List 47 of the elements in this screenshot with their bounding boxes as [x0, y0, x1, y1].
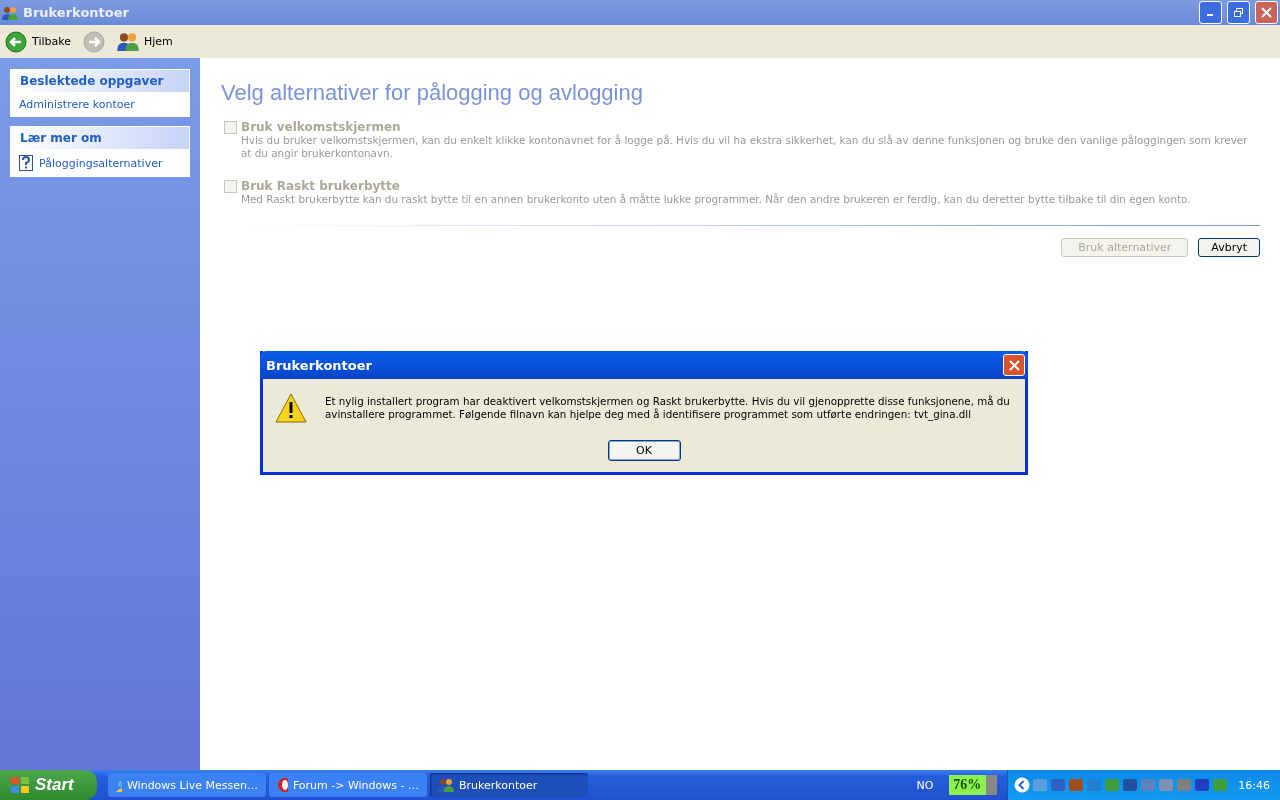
tray-icon[interactable]	[1050, 777, 1067, 793]
option-label: Bruk velkomstskjermen	[241, 120, 401, 134]
taskbar-button[interactable]: Windows Live Messen…	[108, 773, 266, 797]
app-icon	[2, 5, 18, 20]
help-icon	[19, 155, 33, 171]
browser-icon	[277, 777, 288, 793]
warning-icon	[275, 393, 307, 423]
tray-icon[interactable]	[1086, 777, 1103, 793]
close-button[interactable]	[1003, 354, 1025, 376]
start-button[interactable]: Start	[0, 770, 97, 800]
tray-icon[interactable]	[1068, 777, 1085, 793]
clock: 16:46	[1238, 778, 1270, 792]
tray-icon[interactable]	[1212, 777, 1229, 793]
close-button[interactable]	[1255, 1, 1278, 24]
tray-icon[interactable]	[1122, 777, 1139, 793]
tray-icon[interactable]	[1104, 777, 1121, 793]
language-indicator[interactable]: NO	[916, 778, 934, 792]
option-description: Med Raskt brukerbytte kan du raskt bytte til en annen brukerkonto uten å måtte lukke programmer. Når den andre brukeren er ferdig, kan du deretter bytte tilbake til din egen konto.	[240, 193, 1192, 206]
option-label: Bruk Raskt brukerbytte	[241, 179, 400, 193]
restore-icon	[1233, 7, 1244, 18]
windows-logo-icon	[10, 776, 30, 794]
tray-icon[interactable]	[1158, 777, 1175, 793]
users-icon	[116, 32, 139, 51]
minimize-button[interactable]	[1199, 1, 1222, 24]
tray-icon[interactable]	[1140, 777, 1157, 793]
tray-icon[interactable]	[1176, 777, 1193, 793]
dialog-title: Brukerkontoer	[266, 357, 373, 373]
sidebar-link[interactable]: Påloggingsalternativer	[11, 150, 189, 176]
people-icon	[116, 778, 122, 792]
dialog-message: Et nylig installert program har deaktivert velkomstskjermen og Raskt brukerbytte. Hvis du vil gjenopprette disse funksjonene, må du avinstallere programmet. Følgende filnavn kan hjelpe deg med å identifisere programmet som utførte endringen: tvt_gina.dll	[325, 394, 1011, 423]
window-title: Brukerkontoer	[23, 5, 130, 20]
sidebar-link[interactable]: Administrere kontoer	[11, 93, 189, 116]
option-description: Hvis du bruker velkomstskjermen, kan du enkelt klikke kontonavnet for å logge på. Hvis du vil ha ekstra sikkerhet, kan du slå av denne funksjonen og bruke den vanlige påloggingen som krever at du angir brukerkontonavn.	[240, 134, 1249, 160]
restore-button[interactable]	[1227, 1, 1250, 24]
ok-button[interactable]: OK	[607, 440, 681, 461]
page-heading: Velg alternativer for pålogging og avlogging	[221, 80, 644, 106]
chevron-icon[interactable]	[1014, 777, 1031, 793]
home-button[interactable]: Hjem	[114, 30, 175, 53]
battery-reading: 76%	[952, 777, 982, 793]
users-icon	[438, 778, 454, 792]
taskbar-button[interactable]: Forum -> Windows - …	[269, 773, 427, 797]
cancel-button[interactable]: Avbryt	[1198, 238, 1260, 257]
back-button[interactable]: Tilbake	[3, 28, 73, 55]
taskbar-button[interactable]: Brukerkontoer	[430, 773, 588, 797]
close-icon	[1261, 7, 1272, 18]
close-icon	[1008, 359, 1020, 371]
tray-icon[interactable]	[1194, 777, 1211, 793]
